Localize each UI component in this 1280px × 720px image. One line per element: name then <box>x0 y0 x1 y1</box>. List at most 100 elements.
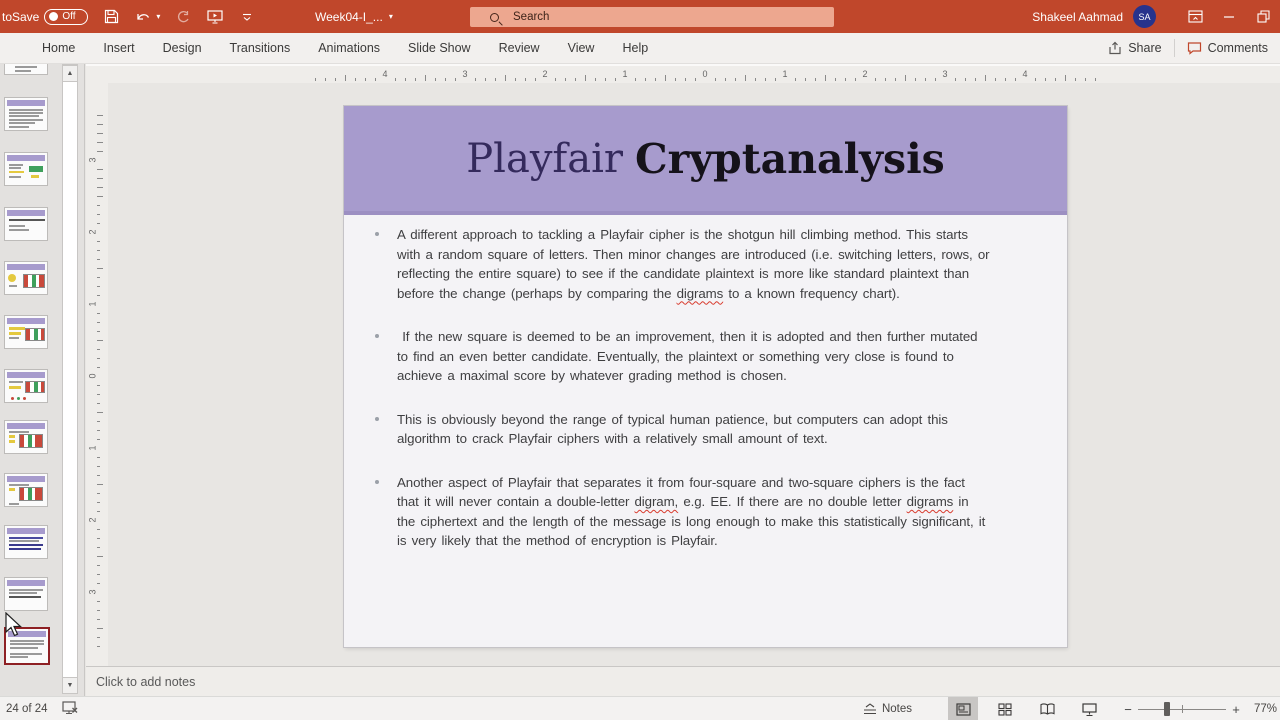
main-area: ▲ ▼ 4 3 2 1 0 1 2 3 4 3 2 1 0 1 2 3 Playfair Cryptanal… <box>0 64 1280 696</box>
user-name[interactable]: Shakeel Aahmad <box>1032 10 1123 24</box>
ruler-tick <box>97 151 103 152</box>
tab-insert[interactable]: Insert <box>89 33 148 63</box>
scroll-down-button[interactable]: ▼ <box>62 677 78 694</box>
scroll-up-button[interactable]: ▲ <box>62 65 78 82</box>
notes-icon <box>863 703 876 715</box>
bullet-marker-icon <box>375 232 379 236</box>
bullet-marker-icon <box>375 334 379 338</box>
undo-icon[interactable] <box>134 8 152 26</box>
thumbnail-scrollbar[interactable] <box>62 64 78 694</box>
save-icon[interactable] <box>102 8 120 26</box>
ruler-tick <box>615 78 616 81</box>
slide-thumbnail[interactable] <box>4 577 48 611</box>
ruler-tick <box>97 574 100 575</box>
reading-view-button[interactable] <box>1032 697 1062 720</box>
slide-title-box[interactable]: Playfair Cryptanalysis <box>344 106 1067 215</box>
tab-view[interactable]: View <box>554 33 609 63</box>
ruler-tick <box>735 78 736 81</box>
ruler-number: 2 <box>542 69 548 79</box>
redo-icon[interactable] <box>174 8 192 26</box>
ruler-tick <box>885 78 886 81</box>
slide-thumbnail[interactable] <box>4 369 48 403</box>
slide-sorter-view-button[interactable] <box>990 697 1020 720</box>
slide-body-textbox[interactable]: A different approach to tackling a Playf… <box>375 225 990 575</box>
tab-slide-show[interactable]: Slide Show <box>394 33 485 63</box>
tab-transitions[interactable]: Transitions <box>216 33 305 63</box>
ruler-tick <box>97 430 100 431</box>
zoom-slider-handle[interactable] <box>1164 702 1170 716</box>
autosave-switch[interactable]: Off <box>44 8 89 25</box>
slide-thumbnail[interactable] <box>4 525 48 559</box>
ruler-tick <box>365 78 366 81</box>
horizontal-ruler: 4 3 2 1 0 1 2 3 4 <box>86 64 1280 83</box>
title-bar: toSave Off ▾ Week04-I_... ▾ Search Shake… <box>0 0 1280 33</box>
minimize-button[interactable] <box>1212 0 1246 33</box>
quick-access-toolbar: toSave Off ▾ <box>0 0 256 33</box>
ruler-tick <box>645 78 646 81</box>
share-icon <box>1109 41 1121 55</box>
ruler-tick <box>475 78 476 81</box>
tab-help[interactable]: Help <box>608 33 662 63</box>
slide-thumbnail[interactable] <box>4 261 48 295</box>
slide-canvas[interactable]: Playfair Cryptanalysis A different appro… <box>344 106 1067 647</box>
tab-home[interactable]: Home <box>28 33 89 63</box>
ruler-number: 1 <box>87 445 98 451</box>
ruler-tick <box>825 75 826 81</box>
ruler-tick <box>695 78 696 81</box>
slide-thumbnail[interactable] <box>4 420 48 454</box>
zoom-slider[interactable] <box>1138 697 1226 720</box>
mouse-cursor <box>4 611 26 638</box>
share-button[interactable]: Share <box>1096 33 1173 63</box>
zoom-level[interactable]: 77% <box>1246 703 1280 715</box>
ruler-tick <box>995 78 996 81</box>
ruler-tick <box>97 394 100 395</box>
slide-thumbnail[interactable] <box>4 97 48 131</box>
slide-thumbnail[interactable] <box>4 207 48 241</box>
undo-dropdown-icon[interactable]: ▾ <box>156 12 160 21</box>
notes-button[interactable]: Notes <box>853 697 922 720</box>
ruler-number: 3 <box>87 157 98 163</box>
bullet-marker-icon <box>375 479 379 484</box>
slide-thumbnail[interactable] <box>4 64 48 75</box>
bullet-item: This is obviously beyond the range of ty… <box>375 410 990 449</box>
zoom-out-button[interactable]: − <box>1118 702 1138 717</box>
ruler-tick <box>775 78 776 81</box>
ruler-tick <box>845 78 846 81</box>
document-title[interactable]: Week04-I_... ▾ <box>315 0 393 33</box>
start-slideshow-icon[interactable] <box>206 8 224 26</box>
ruler-tick <box>97 511 100 512</box>
avatar[interactable]: SA <box>1133 5 1156 28</box>
zoom-in-button[interactable]: + <box>1226 702 1246 717</box>
comments-button[interactable]: Comments <box>1175 33 1280 63</box>
search-bar[interactable]: Search <box>470 7 834 27</box>
tab-animations[interactable]: Animations <box>304 33 394 63</box>
ruler-tick <box>97 169 103 170</box>
ruler-tick <box>97 286 100 287</box>
normal-view-button[interactable] <box>948 697 978 720</box>
slideshow-view-button[interactable] <box>1074 697 1104 720</box>
slide-thumbnail[interactable] <box>4 315 48 349</box>
ribbon-display-options-button[interactable] <box>1178 0 1212 33</box>
notes-pane[interactable]: Click to add notes <box>86 666 1280 696</box>
ruler-tick <box>97 385 100 386</box>
autosave-toggle[interactable]: toSave Off <box>2 8 89 25</box>
tab-design[interactable]: Design <box>149 33 216 63</box>
ruler-tick <box>1045 78 1046 81</box>
restore-button[interactable] <box>1246 0 1280 33</box>
slide-thumbnail[interactable] <box>4 473 48 507</box>
ruler-number: 2 <box>87 517 98 523</box>
ruler-tick <box>745 75 746 81</box>
spell-check-icon[interactable] <box>61 700 78 718</box>
ruler-tick <box>97 646 100 647</box>
tab-review[interactable]: Review <box>485 33 554 63</box>
ruler-tick <box>495 78 496 81</box>
ruler-tick <box>815 78 816 81</box>
ruler-tick <box>97 556 103 557</box>
ribbon-tab-row: Home Insert Design Transitions Animations Sli… <box>0 33 1280 64</box>
slide-thumbnail[interactable] <box>4 152 48 186</box>
ruler-tick <box>97 466 100 467</box>
ruler-tick <box>97 565 100 566</box>
ribbon-right-buttons: Share Comments <box>1096 33 1280 63</box>
bullet-item: Another aspect of Playfair that separate… <box>375 473 990 551</box>
customize-toolbar-icon[interactable] <box>238 8 256 26</box>
